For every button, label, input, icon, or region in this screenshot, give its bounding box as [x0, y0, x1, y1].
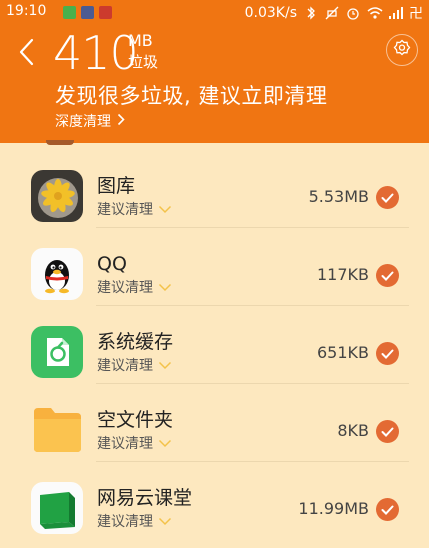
folder-icon [31, 404, 83, 456]
deep-clean-label: 深度清理 [55, 114, 111, 130]
chevron-down-icon [158, 513, 172, 531]
app-name: 网易云课堂 [97, 487, 193, 509]
junk-size: 5.53MB [308, 187, 369, 206]
wifi-icon [367, 6, 383, 20]
list-item[interactable]: 空文件夹 建议清理 8KB [0, 384, 429, 462]
status-time: 19:10 [6, 3, 47, 19]
chevron-right-icon [117, 112, 125, 132]
junk-size: 117KB [316, 265, 369, 284]
junk-size: 8KB [337, 421, 369, 440]
qq-penguin-icon [31, 248, 83, 300]
list-item[interactable]: 网易云课堂 建议清理 11.99MB [0, 462, 429, 540]
suggest-clean-dropdown[interactable]: 建议清理 [97, 201, 172, 219]
app-name: QQ [97, 253, 127, 275]
check-icon[interactable] [376, 186, 399, 209]
deep-clean-link[interactable]: 深度清理 [55, 112, 125, 132]
headline: 发现很多垃圾, 建议立即清理 [55, 84, 328, 108]
chevron-down-icon [158, 201, 172, 219]
network-speed: 0.03K/s [244, 5, 297, 21]
red-notification-icon [99, 6, 112, 19]
suggest-label: 建议清理 [97, 202, 153, 218]
junk-unit: MB [128, 31, 153, 50]
header: 19:10 0.03K/s 卍 410 MB 垃圾 发现很多垃圾, 建议立即清理… [0, 0, 429, 143]
chevron-down-icon [158, 435, 172, 453]
chevron-down-icon [158, 357, 172, 375]
wechat-notification-icon [63, 6, 76, 19]
extra-icon: 卍 [409, 6, 423, 22]
status-bar: 19:10 0.03K/s 卍 [0, 0, 429, 24]
check-icon[interactable] [376, 264, 399, 287]
mute-icon [325, 6, 339, 20]
back-button[interactable] [16, 34, 38, 70]
settings-button[interactable] [386, 34, 418, 66]
chevron-down-icon [158, 279, 172, 297]
netease-study-icon [31, 482, 83, 534]
suggest-clean-dropdown[interactable]: 建议清理 [97, 279, 172, 297]
junk-size: 11.99MB [298, 499, 369, 518]
gallery-icon [31, 170, 83, 222]
app-name: 空文件夹 [97, 409, 174, 431]
bluetooth-icon [304, 6, 318, 20]
check-icon[interactable] [376, 498, 399, 521]
app-notification-icon [81, 6, 94, 19]
gear-icon [393, 39, 411, 61]
suggest-clean-dropdown[interactable]: 建议清理 [97, 357, 172, 375]
list-item-partial [46, 140, 74, 145]
suggest-clean-dropdown[interactable]: 建议清理 [97, 513, 172, 531]
app-name: 图库 [97, 175, 136, 197]
check-icon[interactable] [376, 342, 399, 365]
suggest-label: 建议清理 [97, 436, 153, 452]
suggest-label: 建议清理 [97, 358, 153, 374]
list-item[interactable]: QQ 建议清理 117KB [0, 228, 429, 306]
junk-unit-label: 垃圾 [128, 53, 159, 71]
list-item[interactable]: 系统缓存 建议清理 651KB [0, 306, 429, 384]
check-icon[interactable] [376, 420, 399, 443]
suggest-clean-dropdown[interactable]: 建议清理 [97, 435, 172, 453]
junk-size: 651KB [316, 343, 369, 362]
signal-icon [388, 6, 403, 20]
system-cache-icon [31, 326, 83, 378]
alarm-icon [346, 6, 360, 20]
list-item[interactable]: 图库 建议清理 5.53MB [0, 150, 429, 228]
suggest-label: 建议清理 [97, 514, 153, 530]
junk-amount: 410 [53, 26, 139, 80]
status-right: 0.03K/s 卍 [245, 3, 423, 23]
app-name: 系统缓存 [97, 331, 174, 353]
suggest-label: 建议清理 [97, 280, 153, 296]
